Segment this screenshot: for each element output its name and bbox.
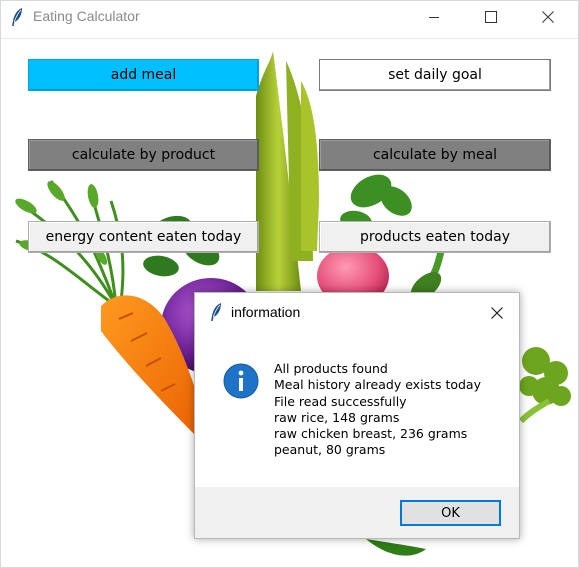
info-icon bbox=[223, 363, 259, 399]
dialog-footer: OK bbox=[195, 487, 519, 538]
ok-button[interactable]: OK bbox=[400, 500, 501, 526]
products-eaten-today-button[interactable]: products eaten today bbox=[319, 221, 551, 253]
energy-content-eaten-today-button[interactable]: energy content eaten today bbox=[28, 221, 259, 253]
main-window: Eating Calculator add meal set daily goa… bbox=[0, 0, 579, 568]
message-line: peanut, 80 grams bbox=[274, 442, 386, 458]
message-line: raw rice, 148 grams bbox=[274, 409, 400, 425]
dialog-message: All products found Meal history already … bbox=[274, 361, 481, 459]
dialog-title: information bbox=[231, 304, 301, 320]
message-line: All products found bbox=[274, 361, 388, 376]
dialog-title-bar[interactable]: information bbox=[195, 293, 519, 331]
message-line: File read successfully bbox=[274, 393, 407, 409]
set-daily-goal-button[interactable]: set daily goal bbox=[319, 59, 551, 91]
calculate-by-product-button[interactable]: calculate by product bbox=[28, 139, 259, 171]
close-icon bbox=[491, 307, 503, 319]
information-dialog: information All products found Meal hist… bbox=[194, 292, 520, 539]
message-line: raw chicken breast, 236 grams bbox=[274, 426, 468, 442]
dialog-close-button[interactable] bbox=[479, 299, 515, 327]
feather-icon bbox=[211, 303, 221, 321]
calculate-by-meal-button[interactable]: calculate by meal bbox=[319, 139, 551, 171]
message-line: Meal history already exists today bbox=[274, 377, 481, 393]
dialog-body: All products found Meal history already … bbox=[195, 331, 519, 487]
add-meal-button[interactable]: add meal bbox=[28, 59, 259, 91]
